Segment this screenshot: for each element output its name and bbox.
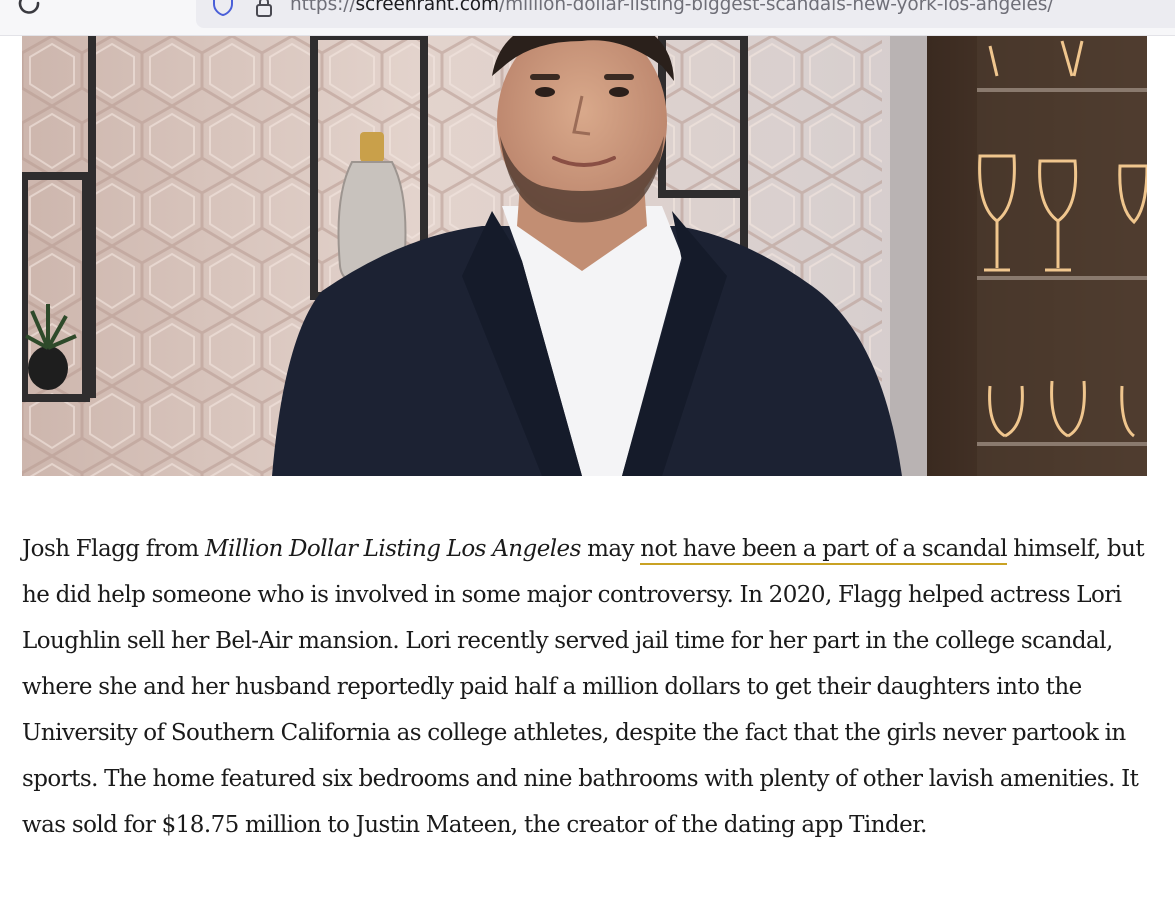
shield-icon[interactable] [212, 0, 234, 16]
url-path: /million-dollar-listing-biggest-scandals… [498, 0, 1054, 15]
lock-icon[interactable] [255, 0, 273, 18]
reload-icon[interactable] [16, 0, 44, 18]
text-intro: Josh Flagg from [22, 536, 205, 562]
text-body: himself, but he did help someone who is … [22, 536, 1145, 838]
show-title: Million Dollar Listing Los Angeles [204, 536, 581, 562]
url-scheme: https:// [290, 0, 356, 15]
browser-toolbar: https://screenrant.com/million-dollar-li… [0, 0, 1175, 36]
url-text[interactable]: https://screenrant.com/million-dollar-li… [290, 0, 1054, 18]
hero-image [22, 36, 1147, 476]
text-may: may [580, 536, 641, 562]
article-paragraph: Josh Flagg from Million Dollar Listing L… [22, 526, 1152, 848]
photo-josh-flagg [22, 36, 1147, 476]
scandal-link[interactable]: not have been a part of a scandal [640, 536, 1008, 565]
url-host: screenrant.com [355, 0, 500, 15]
